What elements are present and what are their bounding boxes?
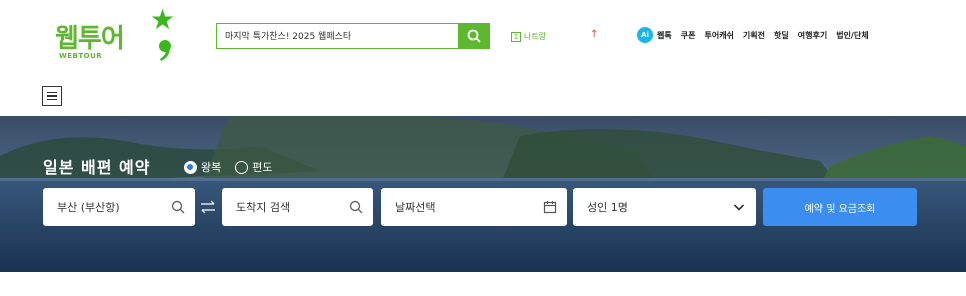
search-icon (349, 200, 363, 214)
site-header: 웹투어 WEBTOUR ★ 1 나트랑 ↑ Ai 웹톡 쿠폰 투어캐쉬 기획전 … (0, 0, 966, 116)
menu-icon[interactable] (42, 86, 62, 106)
departure-field[interactable]: 부산 (부산항) (43, 188, 195, 226)
popular-keyword[interactable]: 1 나트랑 (511, 31, 546, 42)
arrival-placeholder: 도착지 검색 (236, 201, 291, 214)
logo-text: 웹투어 (55, 24, 125, 54)
top-nav: Ai 웹톡 쿠폰 투어캐쉬 기획전 핫딜 여행후기 법인/단체 (637, 27, 869, 43)
search-input[interactable] (217, 24, 459, 47)
calendar-icon (543, 201, 557, 214)
search-icon (171, 200, 185, 214)
search-fares-label: 예약 및 요금조회 (804, 203, 876, 215)
chevron-down-icon (733, 204, 745, 211)
search-button[interactable] (458, 22, 490, 49)
date-placeholder: 날짜선택 (395, 201, 436, 214)
nav-exhibition[interactable]: 기획전 (743, 30, 765, 41)
search-box (216, 22, 490, 49)
ai-badge-icon: Ai (637, 27, 653, 43)
swap-icon[interactable] (199, 200, 217, 214)
round-trip-label[interactable]: 왕복 (201, 159, 221, 175)
search-icon (467, 29, 481, 43)
arrival-field[interactable]: 도착지 검색 (222, 188, 373, 226)
nav-reviews[interactable]: 여행후기 (798, 30, 827, 41)
popular-keyword-label: 나트랑 (524, 32, 547, 41)
nav-webtalk[interactable]: 웹톡 (657, 30, 672, 41)
nav-hotdeal[interactable]: 핫딜 (774, 30, 789, 41)
nav-corporate[interactable]: 법인/단체 (836, 30, 868, 41)
rank-up-arrow-icon: ↑ (590, 29, 599, 40)
star-icon: ★ (150, 3, 176, 36)
date-field[interactable]: 날짜선택 (381, 188, 567, 226)
search-fares-button[interactable]: 예약 및 요금조회 (763, 188, 917, 226)
keyword-rank-badge: 1 (511, 31, 521, 42)
one-way-label[interactable]: 편도 (252, 159, 272, 175)
nav-coupon[interactable]: 쿠폰 (681, 30, 696, 41)
round-trip-radio[interactable] (184, 160, 197, 174)
logo-subtext: WEBTOUR (59, 52, 103, 60)
trip-type-group: 왕복 편도 (184, 159, 273, 175)
departure-value: 부산 (부산항) (57, 201, 120, 214)
comma-mark-icon (159, 40, 171, 61)
passenger-value: 성인 1명 (587, 201, 628, 214)
ferry-booking-hero: 일본 배편 예약 왕복 편도 부산 (부산항) 도착지 검색 날짜선택 성인 1… (0, 116, 966, 272)
passenger-select[interactable]: 성인 1명 (573, 188, 756, 226)
hero-title: 일본 배편 예약 (43, 158, 151, 177)
nav-tourcash[interactable]: 투어캐쉬 (704, 30, 733, 41)
one-way-radio[interactable] (235, 160, 249, 174)
webtour-logo[interactable]: 웹투어 WEBTOUR ★ (55, 6, 185, 70)
